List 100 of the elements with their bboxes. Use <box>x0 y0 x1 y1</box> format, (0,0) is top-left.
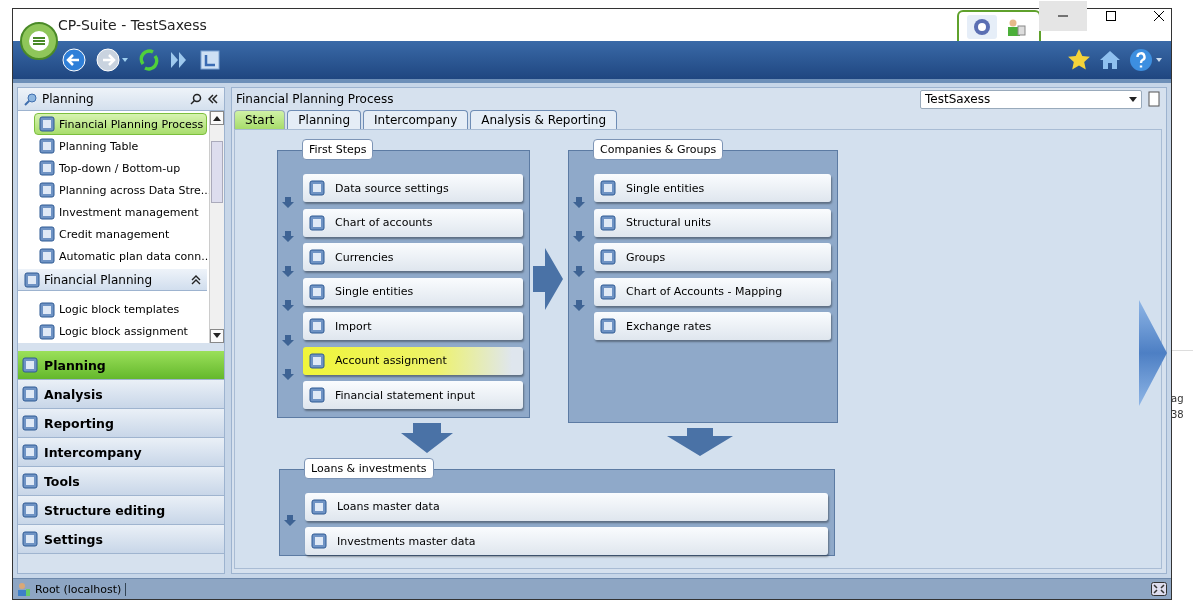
step-icon <box>309 249 325 265</box>
item-icon <box>39 204 55 221</box>
step-icon <box>309 318 325 334</box>
dropdown-caret-icon[interactable] <box>1129 96 1137 102</box>
group-title: First Steps <box>302 139 374 160</box>
nav-button[interactable]: Intercompany <box>18 438 224 467</box>
sidebar-item[interactable]: Logic block templates <box>34 298 207 321</box>
scroll-up-icon[interactable] <box>213 115 221 121</box>
step-icon <box>309 283 325 300</box>
step-button[interactable]: Single entities <box>594 174 831 202</box>
down-arrow-icon <box>573 231 585 242</box>
window-title: CP-Suite - TestSaxess <box>58 17 207 33</box>
right-arrow-icon <box>533 248 563 310</box>
item-icon <box>39 248 55 265</box>
step-icon <box>309 352 325 369</box>
help-icon[interactable] <box>1129 48 1163 72</box>
item-icon <box>39 160 55 177</box>
nav-button[interactable]: Reporting <box>18 409 224 438</box>
sidebar-item[interactable]: Investment management <box>34 201 207 224</box>
step-icon <box>309 387 325 403</box>
item-icon <box>39 116 55 132</box>
status-text: Root (localhost) <box>35 582 127 596</box>
step-icon <box>309 214 325 231</box>
step-icon <box>311 533 327 550</box>
down-arrow-icon <box>282 334 294 346</box>
down-arrow-icon <box>667 428 733 456</box>
item-icon <box>39 323 55 340</box>
sidebar-item[interactable]: Financial Planning Process <box>34 113 207 136</box>
nav-icon <box>22 531 38 547</box>
nav-icon <box>22 357 38 373</box>
layout-icon[interactable] <box>199 49 221 71</box>
nav-button[interactable]: Planning <box>18 351 224 380</box>
scrollbar-thumb[interactable] <box>211 141 223 203</box>
scrollbar[interactable] <box>209 111 224 343</box>
step-icon <box>309 180 325 196</box>
section-title: Financial Planning <box>44 272 153 287</box>
step-icon <box>600 318 616 334</box>
step-icon <box>600 180 616 196</box>
sidebar-item[interactable]: Credit management <box>34 223 207 246</box>
background-text: 38 <box>1171 409 1184 420</box>
step-icon <box>311 498 327 515</box>
nav-icon <box>22 444 38 460</box>
tab[interactable]: Planning <box>287 110 362 129</box>
company-dropdown[interactable]: TestSaxess <box>920 89 1142 109</box>
collapse-icon[interactable] <box>208 93 218 105</box>
forward-icon[interactable] <box>95 47 129 73</box>
nav-icon <box>22 415 38 431</box>
magnifier-icon <box>24 92 38 106</box>
sidebar-item[interactable]: Automatic plan data conn... <box>34 245 207 268</box>
down-arrow-icon <box>573 196 585 208</box>
item-icon <box>39 138 55 155</box>
maximize-icon <box>1105 10 1117 22</box>
down-arrow-icon <box>282 231 294 242</box>
nav-button[interactable]: Structure editing <box>18 496 224 525</box>
down-arrow-icon <box>401 423 453 453</box>
step-icon <box>600 249 616 265</box>
user-icon <box>17 582 31 596</box>
sidebar-item[interactable]: Logic block assignment <box>34 320 207 343</box>
item-icon <box>39 301 55 318</box>
scroll-down-icon[interactable] <box>213 333 221 339</box>
item-icon <box>39 226 55 243</box>
back-icon[interactable] <box>61 47 87 73</box>
step-icon <box>600 283 616 300</box>
nav-button[interactable]: Tools <box>18 467 224 496</box>
nav-icon <box>22 502 38 518</box>
group-icon <box>24 271 40 288</box>
home-icon[interactable] <box>1099 49 1121 71</box>
down-arrow-icon <box>573 265 585 277</box>
nav-button[interactable]: Analysis <box>18 380 224 409</box>
panel-title: Financial Planning Process <box>236 92 394 106</box>
group-title: Loans & investments <box>304 458 434 479</box>
tab[interactable]: Start <box>234 110 286 129</box>
panel-title: Planning <box>42 92 94 106</box>
down-arrow-icon <box>282 196 294 208</box>
panel-icon[interactable] <box>1148 90 1162 108</box>
down-arrow-icon <box>284 515 296 527</box>
sidebar-item[interactable]: Planning Table <box>34 135 207 158</box>
close-icon <box>1153 10 1165 22</box>
background-text: ag <box>1171 393 1184 404</box>
down-arrow-icon <box>573 300 585 311</box>
down-arrow-icon <box>282 300 294 311</box>
sidebar-item[interactable]: Planning across Data Stre... <box>34 179 207 202</box>
step-icon <box>600 214 616 231</box>
next-arrow-icon[interactable] <box>1139 300 1167 406</box>
step-button[interactable]: Data source settings <box>303 174 523 202</box>
sidebar-item[interactable]: Top-down / Bottom-up <box>34 157 207 180</box>
nav-icon <box>22 386 38 402</box>
step-button[interactable]: Loans master data <box>305 493 828 521</box>
fullscreen-icon[interactable] <box>1151 582 1167 596</box>
tab[interactable]: Intercompany <box>363 110 469 129</box>
nav-icon <box>22 473 38 489</box>
collapse-icon[interactable] <box>191 274 201 285</box>
nav-button[interactable]: Settings <box>18 525 224 554</box>
tab[interactable]: Analysis & Reporting <box>470 110 617 129</box>
group-title: Companies & Groups <box>593 139 724 160</box>
star-icon[interactable] <box>1067 48 1091 72</box>
search-icon[interactable] <box>190 93 202 105</box>
item-icon <box>39 182 55 199</box>
down-arrow-icon <box>282 265 294 277</box>
refresh-icon[interactable] <box>137 48 161 72</box>
